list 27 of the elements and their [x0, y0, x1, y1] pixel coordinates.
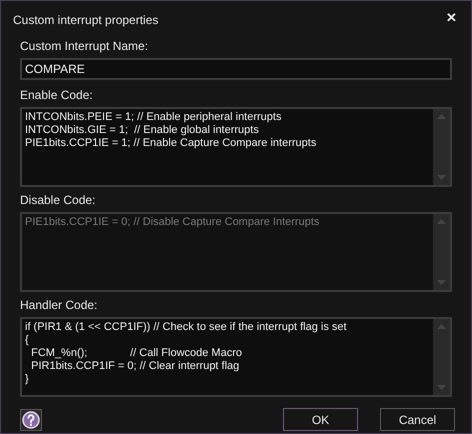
code-line: PIE1bits.CCP1IE = 0; // Disable Capture Compare Interrupts	[25, 216, 320, 229]
scroll-up-icon[interactable]	[437, 324, 446, 329]
code-line: INTCONbits.GIE = 1; // Enable global interrupts	[25, 124, 259, 137]
name-field[interactable]: COMPARE	[20, 58, 452, 80]
window-title: Custom interrupt properties	[13, 12, 158, 29]
close-button[interactable]: ✕	[446, 11, 457, 24]
field-label: Enable Code:	[20, 88, 93, 104]
code-line: {	[25, 334, 29, 347]
scrollbar[interactable]	[433, 319, 450, 395]
field-label: Handler Code:	[20, 298, 98, 314]
code-editor[interactable]: if (PIR1 & (1 << CCP1IF)) // Check to see if the interrupt flag is set { FCM_%n(); // Call Flowcode Macro PIR1bits.CCP1IF = 0; // Clear interrupt flag }	[20, 317, 452, 397]
code-editor[interactable]: INTCONbits.PEIE = 1; // Enable peripheral interrupts INTCONbits.GIE = 1; // Enable global interrupts PIE1bits.CCP1IE = 1; // Enable Capture Compare interrupts	[20, 107, 452, 187]
dialog-button[interactable]: OK	[283, 408, 358, 431]
code-line: }	[25, 373, 29, 386]
code-line: PIR1bits.CCP1IF = 0; // Clear interrupt flag	[30, 360, 240, 373]
help-icon[interactable]	[20, 408, 42, 430]
scrollbar[interactable]	[433, 109, 450, 185]
code-line: if (PIR1 & (1 << CCP1IF)) // Check to see if the interrupt flag is set	[25, 321, 347, 334]
scroll-down-icon[interactable]	[437, 385, 446, 390]
scroll-up-icon[interactable]	[437, 114, 446, 119]
field-label: Custom Interrupt Name:	[20, 39, 148, 55]
code-line: PIE1bits.CCP1IE = 1; // Enable Capture Compare interrupts	[25, 137, 316, 150]
dialog-button[interactable]: Cancel	[380, 408, 455, 431]
code-line: FCM_%n(); // Call Flowcode Macro	[30, 347, 242, 360]
scroll-down-icon[interactable]	[437, 175, 446, 180]
code-line: INTCONbits.PEIE = 1; // Enable peripheral interrupts	[25, 111, 282, 124]
field-label: Disable Code:	[20, 193, 96, 209]
